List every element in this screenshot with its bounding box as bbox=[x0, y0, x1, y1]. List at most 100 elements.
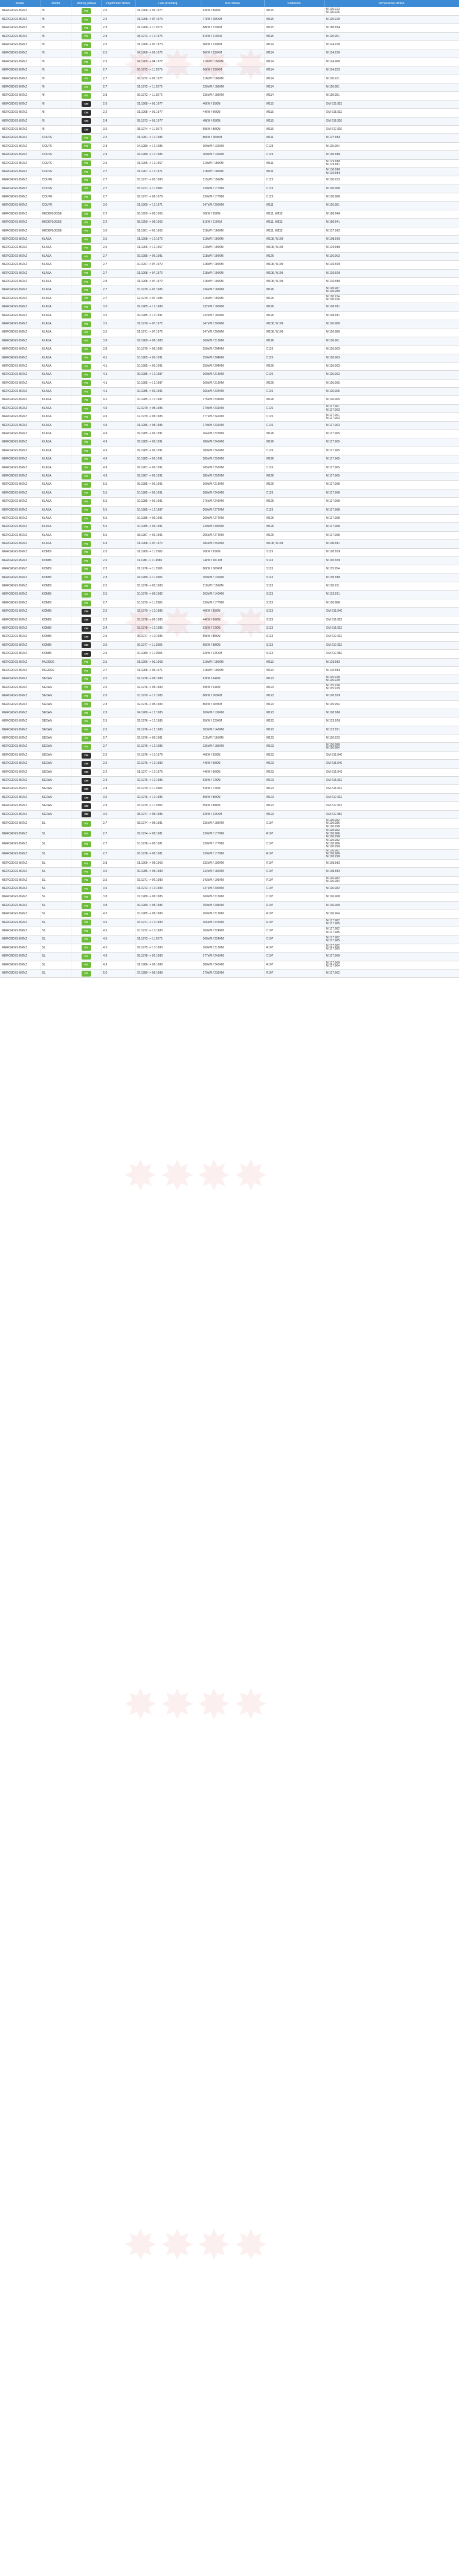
table-row[interactable]: MERCEDES-BENZ KOMBI ON 2.9 05.1977 -> 10.198… bbox=[0, 632, 459, 642]
table-row[interactable]: MERCEDES-BENZ/8 ON 2.4 08.1973 -> 01.1977 48… bbox=[0, 117, 459, 126]
table-row[interactable]: MERCEDES-BENZ KLASA PS 4.9 12.1979 -> 08.198… bbox=[0, 404, 459, 414]
table-row[interactable]: MERCEDES-BENZ KLASA PS 4.9 09.1987 -> 06.199… bbox=[0, 464, 459, 472]
table-row[interactable]: MERCEDES-BENZ SEDAN PS 2.3 04.1980 -> 12.198… bbox=[0, 709, 459, 718]
table-row[interactable]: MERCEDES-BENZ COUPE PS 2.7 09.1977 -> 08.197… bbox=[0, 193, 459, 202]
table-row[interactable]: MERCEDES-BENZ SEDAN ON 2.4 02.1976 -> 12.198… bbox=[0, 776, 459, 786]
table-row[interactable]: MERCEDES-BENZ KOMBI PS 2.5 05.1978 -> 03.198… bbox=[0, 582, 459, 591]
table-row[interactable]: MERCEDES-BENZ PAGODE PS 2.7 01.1968 -> 03.19… bbox=[0, 666, 459, 676]
table-row[interactable]: MERCEDES-BENZ SEDAN ON 2.2 01.1977 -> 12.197… bbox=[0, 768, 459, 777]
table-row[interactable]: MERCEDES-BENZ SEDAN PS 2.0 10.1979 -> 12.198… bbox=[0, 692, 459, 701]
table-row[interactable]: MERCEDES-BENZ KLASA PS 3.5 01.1970 -> 07.197… bbox=[0, 320, 459, 329]
table-row[interactable]: MERCEDES-BENZ SL PS 3.5 01.1972 -> 10.1980 14… bbox=[0, 884, 459, 894]
table-row[interactable]: MERCEDES-BENZ SEDAN PS 2.7 02.1976 -> 08.198… bbox=[0, 734, 459, 743]
table-row[interactable]: MERCEDES-BENZ KLASA PS 6.3 01.1968 -> 07.197… bbox=[0, 539, 459, 549]
table-row[interactable]: MERCEDES-BENZ SEDAN PS 2.7 10.1976 -> 12.198… bbox=[0, 742, 459, 752]
table-row[interactable]: MERCEDES-BENZ KOMBI PS 2.5 10.1979 -> 08.198… bbox=[0, 590, 459, 599]
table-row[interactable]: MERCEDES-BENZ COUPE PS 2.5 01.1965 -> 12.196… bbox=[0, 159, 459, 168]
table-row[interactable]: MERCEDES-BENZ COUPE PS 2.7 03.1977 -> 03.198… bbox=[0, 176, 459, 185]
table-row[interactable]: MERCEDES-BENZ COUPE PS 2.3 04.1980 -> 12.198… bbox=[0, 150, 459, 160]
col-header-power[interactable]: Moc silnika bbox=[201, 0, 265, 7]
table-row[interactable]: MERCEDES-BENZ HECKFLOSSE PS 3.0 01.1961 -> 0… bbox=[0, 227, 459, 236]
table-row[interactable]: MERCEDES-BENZ PAGODE PS 2.5 01.1966 -> 01.19… bbox=[0, 658, 459, 667]
table-row[interactable]: MERCEDES-BENZ SL PS 2.7 06.1978 -> 08.1981 13… bbox=[0, 849, 459, 860]
table-row[interactable]: MERCEDES-BENZ SEDAN PS 2.5 02.1976 -> 12.198… bbox=[0, 726, 459, 735]
table-row[interactable]: MERCEDES-BENZ/8 PS 2.3 01.1968 -> 11.1976 88… bbox=[0, 24, 459, 33]
table-row[interactable]: MERCEDES-BENZ KOMBI ON 2.4 03.1978 -> 12.198… bbox=[0, 624, 459, 633]
table-row[interactable]: MERCEDES-BENZ SL PS 2.8 01.1969 -> 08.1969 13… bbox=[0, 859, 459, 868]
table-row[interactable]: MERCEDES-BENZ COUPE PS 3.0 01.1969 -> 12.197… bbox=[0, 201, 459, 210]
table-row[interactable]: MERCEDES-BENZ HECKFLOSSE PS 2.2 08.1959 -> 0… bbox=[0, 218, 459, 227]
table-row[interactable]: MERCEDES-BENZ KLASA PS 2.7 10.1979 -> 07.198… bbox=[0, 286, 459, 295]
table-row[interactable]: MERCEDES-BENZ KOMBI PS 2.7 10.1979 -> 11.198… bbox=[0, 599, 459, 608]
table-row[interactable]: MERCEDES-BENZ KLASA PS 5.5 10.1985 -> 06.199… bbox=[0, 514, 459, 524]
table-row[interactable]: MERCEDES-BENZ SL PS 3.8 09.1980 -> 08.1985 15… bbox=[0, 901, 459, 911]
table-row[interactable]: MERCEDES-BENZ KLASA PS 4.9 09.1985 -> 06.199… bbox=[0, 447, 459, 456]
table-row[interactable]: MERCEDES-BENZ/8 PS 2.8 06.1972 -> 11.1976 13… bbox=[0, 91, 459, 100]
table-row[interactable]: MERCEDES-BENZ KLASA PS 5.5 10.1985 -> 06.199… bbox=[0, 497, 459, 507]
table-row[interactable]: MERCEDES-BENZ SL PS 4.5 01.1973 -> 11.1975 16… bbox=[0, 935, 459, 944]
table-row[interactable]: MERCEDES-BENZ KLASA PS 3.8 10.1979 -> 08.198… bbox=[0, 345, 459, 354]
table-row[interactable]: MERCEDES-BENZ COUPE PS 2.3 04.1980 -> 12.198… bbox=[0, 142, 459, 152]
table-row[interactable]: MERCEDES-BENZ SL PS 3.5 03.1971 -> 02.1980 14… bbox=[0, 876, 459, 886]
table-row[interactable]: MERCEDES-BENZ KLASA PS 3.8 09.1980 -> 08.198… bbox=[0, 337, 459, 346]
table-row[interactable]: MERCEDES-BENZ KLASA PS 4.9 01.1986 -> 08.198… bbox=[0, 421, 459, 431]
table-row[interactable]: MERCEDES-BENZ/8 ON 2.0 01.1968 -> 01.1977 40… bbox=[0, 100, 459, 109]
table-row[interactable]: MERCEDES-BENZ COUPE PS 2.7 01.1967 -> 12.197… bbox=[0, 167, 459, 177]
table-row[interactable]: MERCEDES-BENZ/8 PS 2.3 08.1973 -> 12.1976 81… bbox=[0, 32, 459, 42]
table-row[interactable]: MERCEDES-BENZ KLASA PS 4.1 10.1985 -> 06.199… bbox=[0, 354, 459, 363]
table-row[interactable]: MERCEDES-BENZ KOMBI ON 2.2 05.1978 -> 08.198… bbox=[0, 616, 459, 625]
table-row[interactable]: MERCEDES-BENZ SEDAN ON 2.4 03.1979 -> 11.198… bbox=[0, 784, 459, 794]
col-header-model[interactable]: Model bbox=[40, 0, 72, 7]
table-row[interactable]: MERCEDES-BENZ KLASA PS 2.7 10.1967 -> 07.197… bbox=[0, 260, 459, 270]
table-row[interactable]: MERCEDES-BENZ KLASA PS 2.7 01.1968 -> 07.197… bbox=[0, 269, 459, 279]
table-row[interactable]: MERCEDES-BENZ SL PS 2.7 10.1978 -> 08.1981 13… bbox=[0, 838, 459, 850]
table-row[interactable]: MERCEDES-BENZ KLASA PS 4.1 10.1985 -> 06.199… bbox=[0, 362, 459, 371]
table-row[interactable]: MERCEDES-BENZ KOMBI ON 2.9 10.1980 -> 11.198… bbox=[0, 649, 459, 659]
table-row[interactable]: MERCEDES-BENZ KLASA PS 4.9 09.1985 -> 06.199… bbox=[0, 438, 459, 447]
table-row[interactable]: MERCEDES-BENZ SL PS 4.5 09.1975 -> 10.1980 16… bbox=[0, 944, 459, 953]
col-header-fuel[interactable]: Rodzaj paliwa bbox=[72, 0, 102, 7]
table-row[interactable]: MERCEDES-BENZ KLASA PS 5.5 10.1985 -> 06.199… bbox=[0, 489, 459, 498]
table-row[interactable]: MERCEDES-BENZ KOMBI PS 2.3 01.1978 -> 11.198… bbox=[0, 565, 459, 574]
table-row[interactable]: MERCEDES-BENZ/8 ON 2.2 01.1968 -> 01.1977 44… bbox=[0, 108, 459, 118]
table-row[interactable]: MERCEDES-BENZ SL PS 3.0 09.1985 -> 08.1989 13… bbox=[0, 867, 459, 877]
table-row[interactable]: MERCEDES-BENZ HECKFLOSSE PS 2.2 06.1959 -> 0… bbox=[0, 210, 459, 219]
table-row[interactable]: MERCEDES-BENZ KLASA PS 4.9 12.1979 -> 08.198… bbox=[0, 412, 459, 422]
table-row[interactable]: MERCEDES-BENZ KLASA PS 2.5 01.1968 -> 12.197… bbox=[0, 235, 459, 244]
table-row[interactable]: MERCEDES-BENZ KLASA PS 5.5 08.1987 -> 06.199… bbox=[0, 531, 459, 541]
table-row[interactable]: MERCEDES-BENZ SL PS 4.5 03.1971 -> 10.1980 16… bbox=[0, 918, 459, 928]
table-row[interactable]: MERCEDES-BENZ KOMBI ON 2.0 02.1979 -> 10.198… bbox=[0, 607, 459, 616]
table-row[interactable]: MERCEDES-BENZ SL PS 2.7 09.1974 -> 08.1981 13… bbox=[0, 829, 459, 840]
table-row[interactable]: MERCEDES-BENZ/8 PS 2.5 01.1968 -> 07.1973 96… bbox=[0, 41, 459, 50]
table-row[interactable]: MERCEDES-BENZ KLASA PS 4.9 10.1985 -> 06.199… bbox=[0, 455, 459, 464]
table-row[interactable]: MERCEDES-BENZ/8 PS 2.5 04.1969 -> 04.1972 11… bbox=[0, 58, 459, 67]
table-row[interactable]: MERCEDES-BENZ/8 PS 2.7 01.1972 -> 11.1976 13… bbox=[0, 83, 459, 92]
table-row[interactable]: MERCEDES-BENZ KLASA PS 4.9 09.1987 -> 06.199… bbox=[0, 472, 459, 481]
table-row[interactable]: MERCEDES-BENZ KLASA PS 2.8 01.1968 -> 07.197… bbox=[0, 277, 459, 287]
table-row[interactable]: MERCEDES-BENZ SL PS 5.0 07.1980 -> 08.1989 17… bbox=[0, 969, 459, 978]
table-row[interactable]: MERCEDES-BENZ SEDAN ON 2.9 03.1979 -> 11.198… bbox=[0, 801, 459, 811]
table-row[interactable]: MERCEDES-BENZ SEDAN PS 2.0 02.1976 -> 08.198… bbox=[0, 683, 459, 693]
table-row[interactable]: MERCEDES-BENZ/8 PS 2.5 04.1968 -> 06.1972 96… bbox=[0, 49, 459, 58]
table-row[interactable]: MERCEDES-BENZ/8 PS 2.7 06.1972 -> 02.1977 11… bbox=[0, 75, 459, 84]
table-row[interactable]: MERCEDES-BENZ KLASA PS 5.5 09.1985 -> 06.199… bbox=[0, 480, 459, 489]
table-row[interactable]: MERCEDES-BENZ KLASA PS 2.7 12.1979 -> 07.198… bbox=[0, 294, 459, 304]
table-row[interactable]: MERCEDES-BENZ SEDAN ON 2.0 07.1976 -> 10.197… bbox=[0, 751, 459, 760]
table-row[interactable]: MERCEDES-BENZ SEDAN PS 2.0 02.1978 -> 08.198… bbox=[0, 675, 459, 684]
table-row[interactable]: MERCEDES-BENZ SL PS 2.7 08.1974 -> 08.1981 13… bbox=[0, 819, 459, 830]
table-row[interactable]: MERCEDES-BENZ SL PS 4.2 10.1985 -> 08.1989 16… bbox=[0, 910, 459, 919]
table-row[interactable]: MERCEDES-BENZ KLASA PS 5.5 10.1985 -> 12.198… bbox=[0, 506, 459, 515]
col-header-capacity[interactable]: Pojemność silnika bbox=[101, 0, 136, 7]
table-row[interactable]: MERCEDES-BENZ KOMBI PS 2.3 04.1980 -> 11.198… bbox=[0, 573, 459, 583]
table-row[interactable]: MERCEDES-BENZ SEDAN ON 3.0 08.1977 -> 08.198… bbox=[0, 810, 459, 820]
col-header-years[interactable]: Lata produkcji bbox=[135, 0, 201, 7]
table-row[interactable]: MERCEDES-BENZ KLASA PS 3.0 09.1985 -> 12.198… bbox=[0, 303, 459, 312]
col-header-body[interactable]: Nadwozie bbox=[264, 0, 325, 7]
table-row[interactable]: MERCEDES-BENZ KOMBI PS 2.0 11.1980 -> 11.198… bbox=[0, 556, 459, 566]
col-header-marka[interactable]: Marka bbox=[0, 0, 41, 7]
table-row[interactable]: MERCEDES-BENZ KLASA PS 3.5 01.1971 -> 07.197… bbox=[0, 328, 459, 337]
table-row[interactable]: MERCEDES-BENZ KLASA PS 4.9 09.1985 -> 06.199… bbox=[0, 430, 459, 439]
table-row[interactable]: MERCEDES-BENZ SL PS 4.9 01.1986 -> 08.1989 18… bbox=[0, 961, 459, 970]
col-header-engine-code[interactable]: Oznaczenie silnika bbox=[324, 0, 459, 7]
table-row[interactable]: MERCEDES-BENZ KLASA PS 4.1 10.1985 -> 12.198… bbox=[0, 395, 459, 405]
